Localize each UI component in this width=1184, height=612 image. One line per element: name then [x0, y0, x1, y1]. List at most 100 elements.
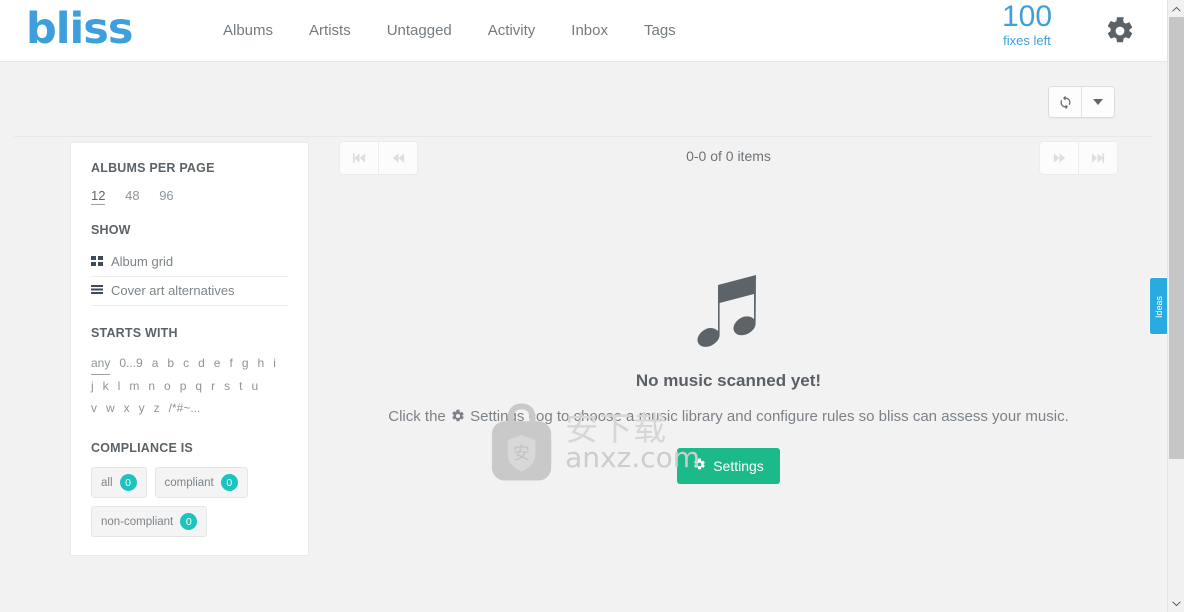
empty-state-description: Click the Settings cog to choose a music…: [330, 405, 1127, 430]
starts-with-m[interactable]: m: [129, 375, 139, 397]
starts-with-s[interactable]: s: [224, 375, 230, 397]
pagination-next-button[interactable]: [1040, 142, 1078, 174]
settings-gear-icon[interactable]: [1105, 16, 1135, 46]
starts-with-z[interactable]: z: [154, 397, 160, 419]
feedback-tab[interactable]: Ideas: [1149, 277, 1167, 335]
starts-with-row-3: v w x y z /*#~...: [91, 397, 288, 419]
starts-with-b[interactable]: b: [167, 352, 174, 374]
compliance-filter-count: 0: [220, 474, 238, 491]
per-page-option-12[interactable]: 12: [91, 188, 106, 205]
page-scrollbar[interactable]: [1167, 0, 1184, 612]
empty-state-description-after: Settings cog to choose a music library a…: [470, 408, 1069, 425]
starts-with-n[interactable]: n: [148, 375, 155, 397]
show-option-label: Cover art alternatives: [111, 283, 235, 298]
refresh-icon: [1060, 95, 1070, 109]
starts-with-y[interactable]: y: [139, 397, 145, 419]
compliance-filter-count: 0: [180, 513, 198, 530]
list-icon: [91, 285, 111, 296]
pagination-count-label: 0-0 of 0 items: [686, 148, 771, 164]
nav-item-untagged[interactable]: Untagged: [369, 0, 470, 61]
starts-with-f[interactable]: f: [229, 352, 232, 374]
nav-item-tags[interactable]: Tags: [626, 0, 694, 61]
settings-button-label: Settings: [713, 458, 764, 474]
compliance-filter-all[interactable]: all 0: [91, 467, 147, 498]
page-root: bliss Albums Artists Untagged Activity I…: [0, 0, 1167, 612]
show-option-label: Album grid: [111, 254, 174, 269]
compliance-filter-group: all 0 compliant 0 non-compliant 0: [91, 467, 288, 537]
show-option-cover-art-alternatives[interactable]: Cover art alternatives: [91, 277, 288, 306]
empty-state-description-before: Click the: [388, 408, 446, 425]
empty-state: No music scanned yet! Click the Settings…: [330, 275, 1127, 484]
feedback-tab-label: Ideas: [1154, 295, 1164, 319]
gear-icon: [1107, 17, 1133, 43]
next-page-icon: [1053, 153, 1065, 163]
starts-with-l[interactable]: l: [118, 375, 121, 397]
starts-with-t[interactable]: t: [239, 375, 242, 397]
grid-icon: [91, 256, 111, 267]
gear-icon: [693, 458, 706, 474]
scroll-down-button[interactable]: [1168, 595, 1184, 612]
starts-with-u[interactable]: u: [251, 375, 258, 397]
pagination-last-button[interactable]: [1078, 142, 1117, 174]
nav-item-albums[interactable]: Albums: [205, 0, 291, 61]
fixes-left-indicator[interactable]: 100 fixes left: [972, 0, 1082, 48]
starts-with-v[interactable]: v: [91, 397, 97, 419]
starts-with-x[interactable]: x: [124, 397, 130, 419]
compliance-filter-non-compliant[interactable]: non-compliant 0: [91, 506, 208, 537]
starts-with-o[interactable]: o: [164, 375, 171, 397]
starts-with-letters: any 0...9 a b c d e f g h i jklmnopqrstu v w x y z /*#~…: [91, 352, 288, 419]
app-logo[interactable]: bliss: [26, 4, 133, 54]
compliance-filter-compliant[interactable]: compliant 0: [154, 467, 248, 498]
starts-with-e[interactable]: e: [214, 352, 221, 374]
compliance-filter-label: non-compliant: [101, 515, 174, 528]
starts-with-row-2: jklmnopqrstu: [91, 375, 288, 397]
per-page-option-96[interactable]: 96: [159, 188, 173, 203]
per-page-option-48[interactable]: 48: [125, 188, 139, 203]
starts-with-g[interactable]: g: [242, 352, 249, 374]
starts-with-r[interactable]: r: [211, 375, 215, 397]
starts-with-j[interactable]: j: [91, 375, 94, 397]
starts-with-title: STARTS WITH: [91, 326, 178, 340]
starts-with-i[interactable]: i: [273, 352, 276, 374]
settings-button[interactable]: Settings: [677, 448, 780, 484]
starts-with-h[interactable]: h: [258, 352, 265, 374]
starts-with-w[interactable]: w: [106, 397, 115, 419]
refresh-button-group: [1048, 86, 1115, 118]
filter-sidebar: ALBUMS PER PAGE 12 48 96 SHOW Album grid…: [70, 142, 309, 556]
nav-item-activity[interactable]: Activity: [470, 0, 554, 61]
scrollbar-thumb[interactable]: [1169, 17, 1184, 459]
pagination-bar: 0-0 of 0 items: [330, 137, 1127, 183]
pagination-right-group: [1039, 141, 1118, 175]
starts-with-symbols[interactable]: /*#~...: [169, 397, 201, 419]
starts-with-a[interactable]: a: [152, 352, 159, 374]
refresh-options-dropdown[interactable]: [1081, 87, 1114, 117]
starts-with-c[interactable]: c: [183, 352, 189, 374]
starts-with-any[interactable]: any: [91, 352, 111, 375]
albums-per-page-options: 12 48 96: [91, 188, 288, 205]
starts-with-p[interactable]: p: [180, 375, 187, 397]
content-area: ALBUMS PER PAGE 12 48 96 SHOW Album grid…: [0, 137, 1167, 612]
album-main-panel: 0-0 of 0 items No music scanned yet! Cli…: [330, 137, 1127, 612]
refresh-button[interactable]: [1049, 87, 1081, 117]
skip-to-last-icon: [1091, 153, 1104, 163]
nav-item-inbox[interactable]: Inbox: [553, 0, 626, 61]
starts-with-q[interactable]: q: [195, 375, 202, 397]
compliance-filter-count: 0: [119, 474, 137, 491]
compliance-filter-label: all: [101, 476, 113, 489]
app-header: bliss Albums Artists Untagged Activity I…: [0, 0, 1167, 62]
chevron-up-icon: [1172, 6, 1181, 11]
starts-with-k[interactable]: k: [103, 375, 109, 397]
show-option-album-grid[interactable]: Album grid: [91, 248, 288, 277]
scroll-up-button[interactable]: [1168, 0, 1184, 17]
empty-state-title: No music scanned yet!: [635, 371, 822, 390]
gear-icon: [451, 407, 465, 430]
fixes-left-count: 100: [1001, 0, 1053, 33]
main-navigation: Albums Artists Untagged Activity Inbox T…: [205, 0, 694, 61]
nav-item-artists[interactable]: Artists: [291, 0, 369, 61]
fixes-left-label: fixes left: [1003, 33, 1051, 48]
action-toolbar: [0, 62, 1167, 137]
app-viewport: bliss Albums Artists Untagged Activity I…: [0, 0, 1184, 612]
starts-with-d[interactable]: d: [198, 352, 205, 374]
show-options-list: Album grid Cover art alternatives: [91, 248, 288, 306]
starts-with-digits[interactable]: 0...9: [119, 352, 142, 374]
